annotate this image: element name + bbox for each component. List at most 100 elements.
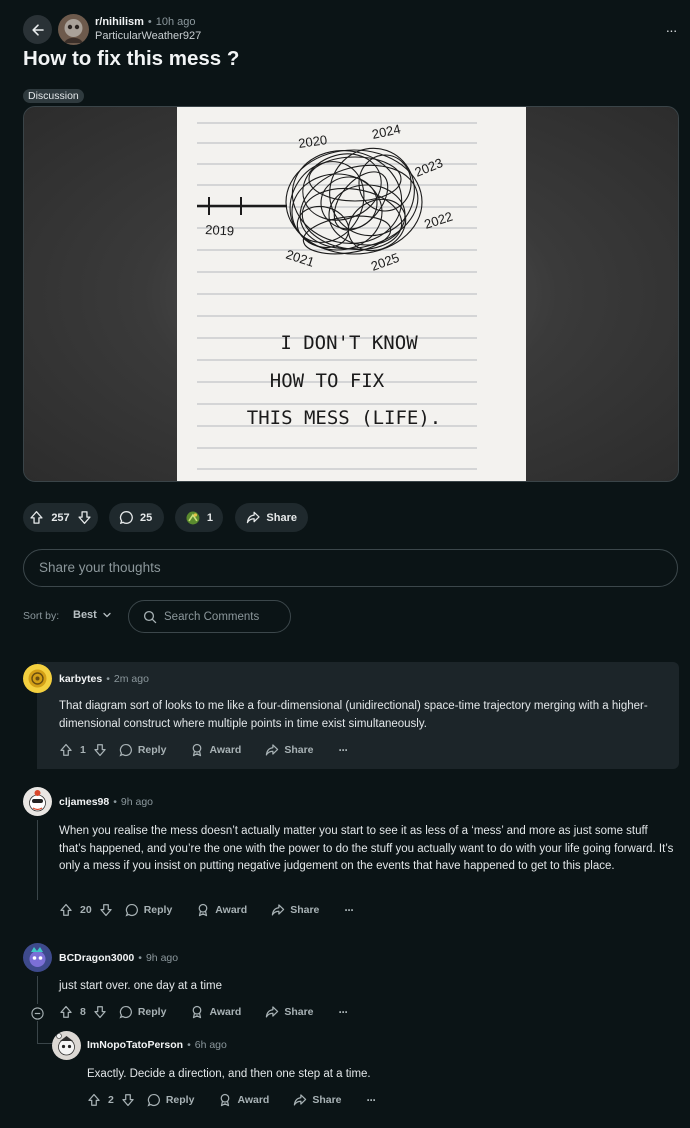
upvote-arrow-icon[interactable] [59, 743, 73, 757]
post-meta: r/nihilism • 10h ago [95, 16, 196, 29]
upvote-button[interactable] [29, 510, 44, 525]
thread-line[interactable] [37, 820, 38, 900]
upvote-arrow-icon[interactable] [59, 1005, 73, 1019]
avatar[interactable] [23, 943, 52, 972]
comment-more-button[interactable]: ··· [367, 1093, 377, 1107]
comment-input[interactable]: Share your thoughts [23, 549, 678, 587]
award-button[interactable]: Award [190, 1005, 241, 1019]
comment-bubble-icon [125, 903, 138, 917]
comment-time: 2m ago [113, 673, 149, 685]
share-button[interactable]: Share [235, 503, 308, 532]
meta-separator: • [106, 673, 110, 685]
post-title: How to fix this mess ? [23, 47, 240, 70]
reply-label: Reply [143, 904, 173, 916]
comment-username[interactable]: ImNopoTatoPerson [87, 1039, 183, 1051]
comment-vote-controls: 1 [59, 743, 107, 757]
downvote-button[interactable] [77, 510, 92, 525]
thread-line[interactable] [37, 976, 38, 1004]
reply-button[interactable]: Reply [147, 1093, 195, 1107]
comment-username[interactable]: karbytes [59, 673, 102, 685]
downvote-arrow-icon [78, 511, 91, 524]
award-button[interactable]: 1 [175, 503, 223, 532]
share-button[interactable]: Share [265, 1005, 314, 1019]
downvote-arrow-icon[interactable] [99, 903, 113, 917]
avatar[interactable] [23, 664, 52, 693]
share-button[interactable]: Share [271, 903, 319, 917]
comment-more-button[interactable]: ··· [339, 743, 349, 757]
comment-username[interactable]: cljames98 [59, 796, 109, 808]
downvote-arrow-icon[interactable] [93, 743, 107, 757]
comment-time: 6h ago [194, 1039, 227, 1051]
award-ribbon-icon [221, 1093, 230, 1107]
award-button[interactable]: Award [196, 903, 247, 917]
downvote-arrow-icon[interactable] [121, 1093, 135, 1107]
comments-button[interactable]: 25 [109, 503, 164, 532]
more-options-button[interactable]: ··· [660, 20, 682, 40]
award-ribbon-icon [198, 903, 208, 917]
award-label: Award [209, 744, 242, 756]
search-comments-placeholder: Search Comments [164, 610, 260, 623]
comment-more-button[interactable]: ··· [344, 903, 354, 917]
post-vote-count: 257 [51, 511, 70, 524]
comment-vote-count: 8 [80, 1006, 86, 1018]
image-text-line-2: HOW TO FIX [270, 370, 385, 392]
share-arrow-icon [246, 511, 260, 524]
subreddit-name[interactable]: r/nihilism [95, 16, 144, 29]
subreddit-avatar[interactable] [58, 14, 89, 45]
share-label: Share [284, 744, 314, 756]
collapse-minus-icon [31, 1007, 44, 1020]
comment-vote-controls: 20 [59, 903, 113, 917]
award-button[interactable]: Award [218, 1093, 269, 1107]
upvote-arrow-icon[interactable] [59, 903, 73, 917]
upvote-arrow-icon [30, 511, 43, 524]
arrow-left-icon [31, 23, 44, 36]
reply-button[interactable]: Reply [119, 1005, 167, 1019]
comment-more-button[interactable]: ··· [339, 1005, 349, 1019]
post-flair[interactable]: Discussion [23, 89, 84, 103]
award-button[interactable]: Award [190, 743, 241, 757]
avatar[interactable] [23, 787, 52, 816]
collapse-thread-button[interactable] [31, 1007, 44, 1020]
search-comments-input[interactable]: Search Comments [128, 600, 291, 633]
avatar[interactable] [52, 1031, 81, 1060]
award-count: 1 [206, 511, 213, 524]
comment-bubble-icon [147, 1093, 160, 1107]
comment-header: ImNopoTatoPerson • 6h ago [87, 1039, 227, 1051]
comment-vote-count: 20 [80, 904, 92, 916]
share-button[interactable]: Share [265, 743, 314, 757]
notebook-sketch-image: 2020 2024 2023 2022 2025 2021 2019 I DON… [177, 107, 526, 481]
share-arrow-icon [266, 744, 279, 756]
comment-body: Exactly. Decide a direction, and then on… [87, 1068, 371, 1080]
post-image[interactable]: 2020 2024 2023 2022 2025 2021 2019 I DON… [23, 106, 679, 482]
comment-bubble-icon [119, 743, 132, 757]
share-label: Share [290, 904, 320, 916]
comment-username[interactable]: BCDragon3000 [59, 952, 134, 964]
share-label: Share [284, 1006, 314, 1018]
post-author[interactable]: ParticularWeather927 [95, 30, 201, 42]
comment-bubble-icon [119, 511, 133, 524]
thread-branch [37, 1043, 53, 1044]
downvote-arrow-icon[interactable] [93, 1005, 107, 1019]
reply-button[interactable]: Reply [119, 743, 167, 757]
share-button[interactable]: Share [293, 1093, 342, 1107]
sort-dropdown[interactable]: Best [73, 609, 112, 621]
comment-body: When you realise the mess doesn’t actual… [59, 825, 674, 872]
reply-label: Reply [137, 744, 167, 756]
reply-button[interactable]: Reply [125, 903, 173, 917]
image-year-2019: 2019 [205, 222, 235, 238]
comment-vote-count: 1 [80, 744, 86, 756]
comment-vote-count: 2 [108, 1094, 114, 1106]
thread-line[interactable] [37, 1021, 38, 1043]
upvote-arrow-icon[interactable] [87, 1093, 101, 1107]
reply-label: Reply [165, 1094, 195, 1106]
post-time: 10h ago [155, 16, 196, 28]
back-button[interactable] [23, 15, 52, 44]
comment-count: 25 [140, 511, 153, 524]
award-label: Award [209, 1006, 242, 1018]
search-icon [143, 610, 157, 623]
share-label: Share [266, 511, 297, 524]
comment-actions: 2 Reply Award Share ··· [87, 1093, 377, 1107]
comment-header: BCDragon3000 • 9h ago [59, 952, 178, 964]
comment-actions: 20 Reply Award Share ··· [59, 903, 354, 917]
reply-label: Reply [137, 1006, 167, 1018]
